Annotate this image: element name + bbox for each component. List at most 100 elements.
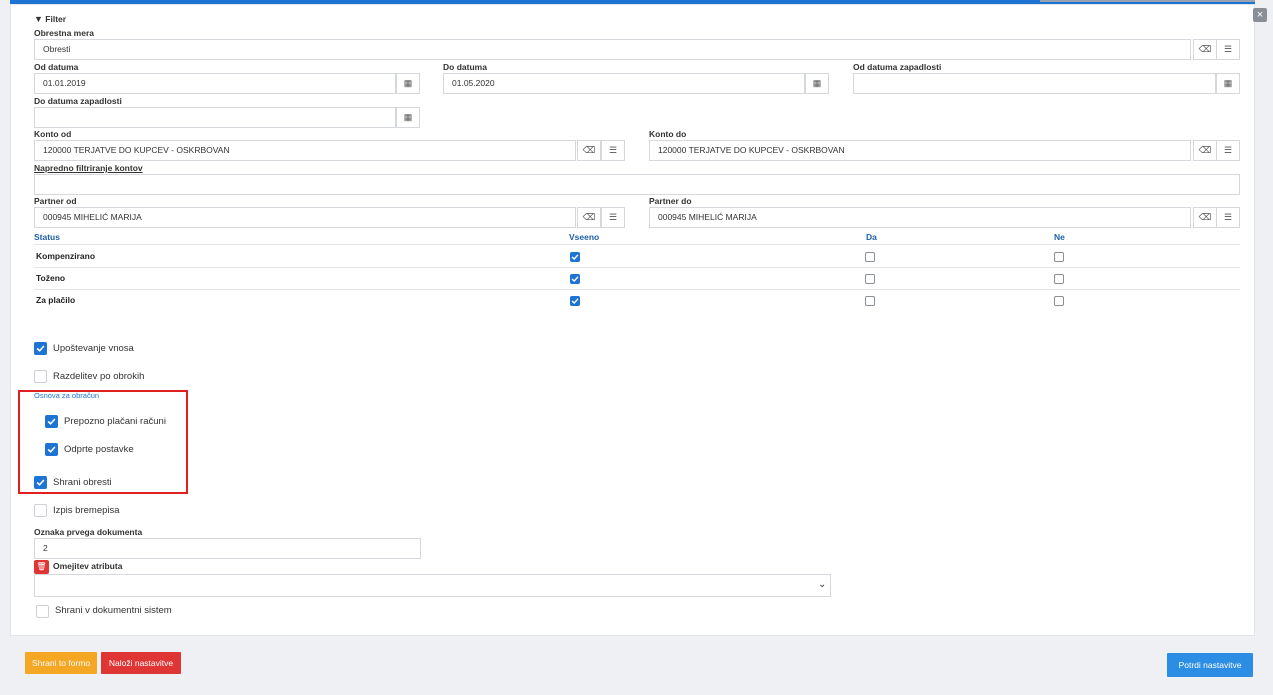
od-datuma-input[interactable]: 01.01.2019 <box>34 73 396 94</box>
save-form-button[interactable]: Shrani to formo <box>25 652 97 674</box>
od-datuma-zapadlosti-calendar-button[interactable]: ▦ <box>1216 73 1240 94</box>
za-placilo-da-checkbox[interactable] <box>865 296 875 306</box>
trash-icon[interactable]: 🗑 <box>34 560 49 574</box>
table-divider <box>34 289 1240 290</box>
prepozno-label: Prepozno plačani računi <box>64 416 166 427</box>
od-datuma-label: Od datuma <box>34 62 79 72</box>
close-icon[interactable]: × <box>1253 8 1267 22</box>
konto-od-input[interactable]: 120000 TERJATVE DO KUPCEV - OSKRBOVAN <box>34 140 576 161</box>
napredno-filtriranje-input[interactable] <box>34 174 1240 195</box>
kompenzirano-da-checkbox[interactable] <box>865 252 875 262</box>
konto-do-input[interactable]: 120000 TERJATVE DO KUPCEV - OSKRBOVAN <box>649 140 1191 161</box>
list-icon: ☰ <box>1223 44 1233 54</box>
za-placilo-vseeno-checkbox[interactable] <box>570 296 580 306</box>
upostevanje-label: Upoštevanje vnosa <box>53 343 134 354</box>
odprte-label: Odprte postavke <box>64 444 134 455</box>
calendar-icon: ▦ <box>403 78 413 88</box>
eraser-icon: ⌫ <box>1198 145 1212 155</box>
partner-od-input[interactable]: 000945 MIHELIĆ MARIJA <box>34 207 576 228</box>
partner-od-label: Partner od <box>34 196 77 206</box>
partner-do-clear-button[interactable]: ⌫ <box>1193 207 1217 228</box>
izpis-checkbox[interactable] <box>34 504 47 517</box>
prepozno-checkbox[interactable] <box>45 415 58 428</box>
da-header: Da <box>866 232 877 242</box>
do-datuma-zapadlosti-input[interactable] <box>34 107 396 128</box>
shrani-obresti-label: Shrani obresti <box>53 477 112 488</box>
check-icon <box>571 276 579 282</box>
od-datuma-zapadlosti-label: Od datuma zapadlosti <box>853 62 942 72</box>
check-icon <box>36 479 45 486</box>
tozeno-vseeno-checkbox[interactable] <box>570 274 580 284</box>
list-button[interactable]: ☰ <box>1216 39 1240 60</box>
konto-od-clear-button[interactable]: ⌫ <box>577 140 601 161</box>
do-datuma-calendar-button[interactable]: ▦ <box>805 73 829 94</box>
do-datuma-zapadlosti-calendar-button[interactable]: ▦ <box>396 107 420 128</box>
omejitev-select[interactable] <box>34 574 831 597</box>
konto-do-clear-button[interactable]: ⌫ <box>1193 140 1217 161</box>
list-icon: ☰ <box>608 145 618 155</box>
partner-od-list-button[interactable]: ☰ <box>601 207 625 228</box>
load-settings-button[interactable]: Naloži nastavitve <box>101 652 181 674</box>
konto-od-label: Konto od <box>34 129 72 139</box>
partner-od-clear-button[interactable]: ⌫ <box>577 207 601 228</box>
od-datuma-calendar-button[interactable]: ▦ <box>396 73 420 94</box>
eraser-icon: ⌫ <box>1198 212 1212 222</box>
obrestna-mera-input[interactable]: Obresti <box>34 39 1191 60</box>
calendar-icon: ▦ <box>1223 78 1233 88</box>
za-placilo-ne-checkbox[interactable] <box>1054 296 1064 306</box>
check-icon <box>47 418 56 425</box>
shrani-obresti-checkbox[interactable] <box>34 476 47 489</box>
odprte-checkbox[interactable] <box>45 443 58 456</box>
izpis-label: Izpis bremepisa <box>53 505 120 516</box>
konto-od-list-button[interactable]: ☰ <box>601 140 625 161</box>
filter-header: ▼ Filter <box>34 14 66 24</box>
eraser-icon: ⌫ <box>582 212 596 222</box>
oznaka-label: Oznaka prvega dokumenta <box>34 527 143 537</box>
od-datuma-zapadlosti-input[interactable] <box>853 73 1216 94</box>
vseeno-header: Vseeno <box>569 232 600 242</box>
calendar-icon: ▦ <box>403 112 413 122</box>
list-icon: ☰ <box>608 212 618 222</box>
upostevanje-checkbox[interactable] <box>34 342 47 355</box>
obrestna-mera-label: Obrestna mera <box>34 28 94 38</box>
osnova-header: Osnova za obračun <box>34 391 100 400</box>
konto-do-label: Konto do <box>649 129 687 139</box>
status-row-za-placilo: Za plačilo <box>36 295 76 305</box>
shrani-dms-label: Shrani v dokumentni sistem <box>55 605 172 616</box>
shrani-dms-checkbox[interactable] <box>36 605 49 618</box>
filter-header-label: Filter <box>45 14 67 24</box>
kompenzirano-vseeno-checkbox[interactable] <box>570 252 580 262</box>
partner-do-input[interactable]: 000945 MIHELIĆ MARIJA <box>649 207 1191 228</box>
status-row-kompenzirano: Kompenzirano <box>36 251 96 261</box>
table-divider <box>34 267 1240 268</box>
confirm-settings-button[interactable]: Potrdi nastavitve <box>1167 653 1253 677</box>
check-icon <box>47 446 56 453</box>
list-icon: ☰ <box>1223 212 1233 222</box>
tozeno-ne-checkbox[interactable] <box>1054 274 1064 284</box>
check-icon <box>571 254 579 260</box>
partner-do-list-button[interactable]: ☰ <box>1216 207 1240 228</box>
chevron-down-icon[interactable]: ⌄ <box>818 579 826 590</box>
kompenzirano-ne-checkbox[interactable] <box>1054 252 1064 262</box>
omejitev-label: Omejitev atributa <box>53 561 123 571</box>
status-header: Status <box>34 232 60 242</box>
ne-header: Ne <box>1054 232 1065 242</box>
clear-button[interactable]: ⌫ <box>1193 39 1217 60</box>
oznaka-input[interactable]: 2 <box>34 538 421 559</box>
eraser-icon: ⌫ <box>582 145 596 155</box>
razdelitev-checkbox[interactable] <box>34 370 47 383</box>
tozeno-da-checkbox[interactable] <box>865 274 875 284</box>
do-datuma-label: Do datuma <box>443 62 487 72</box>
status-row-tozeno: Toženo <box>36 273 66 283</box>
konto-do-list-button[interactable]: ☰ <box>1216 140 1240 161</box>
filter-icon: ▼ <box>34 14 43 24</box>
check-icon <box>36 345 45 352</box>
do-datuma-zapadlosti-label: Do datuma zapadlosti <box>34 96 122 106</box>
table-divider <box>34 244 1240 245</box>
check-icon <box>571 298 579 304</box>
napredno-filtriranje-label: Napredno filtriranje kontov <box>34 163 143 173</box>
top-scroll-indicator <box>1040 0 1255 2</box>
eraser-icon: ⌫ <box>1198 44 1212 54</box>
list-icon: ☰ <box>1223 145 1233 155</box>
do-datuma-input[interactable]: 01.05.2020 <box>443 73 805 94</box>
